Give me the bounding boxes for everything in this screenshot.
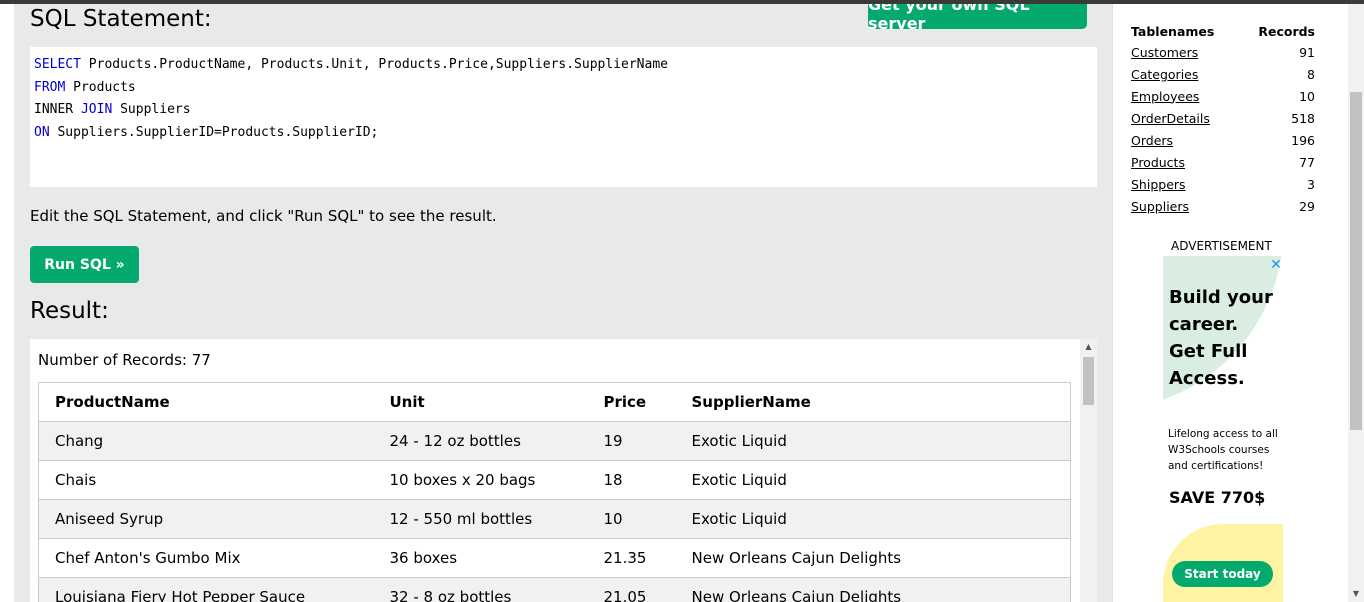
cell-price: 18 [587, 460, 676, 500]
cell-product-name: Chang [38, 421, 374, 461]
page-scroll-thumb[interactable] [1350, 92, 1362, 430]
table-header-row: ProductName Unit Price SupplierName [38, 382, 1071, 422]
cell-supplier-name: New Orleans Cajun Delights [675, 577, 1071, 602]
tablenames-header: Tablenames [1131, 23, 1215, 39]
cell-product-name: Chais [38, 460, 374, 500]
table-row: Aniseed Syrup 12 - 550 ml bottles 10 Exo… [38, 499, 1071, 539]
record-count: 8 [1307, 66, 1315, 82]
keyword-join: JOIN [80, 102, 113, 117]
sql-editor[interactable]: SELECT Products.ProductName, Products.Un… [30, 47, 1097, 187]
code-line-2: FROM Products [34, 78, 136, 98]
sql-statement-heading: SQL Statement: [30, 6, 212, 32]
cell-product-name: Chef Anton's Gumbo Mix [38, 538, 374, 578]
cell-supplier-name: Exotic Liquid [675, 460, 1071, 500]
keyword-select: SELECT [34, 57, 81, 72]
cell-supplier-name: Exotic Liquid [675, 499, 1071, 539]
cell-product-name: Louisiana Fiery Hot Pepper Sauce [38, 577, 374, 602]
table-link-row: Categories 8 [1131, 63, 1315, 85]
cell-price: 19 [587, 421, 676, 461]
column-header: ProductName [38, 382, 374, 422]
cell-unit: 12 - 550 ml bottles [373, 499, 588, 539]
record-count: 3 [1307, 176, 1315, 192]
table-link-row: Suppliers 29 [1131, 195, 1315, 217]
database-tables-list: Tablenames Records Customers 91 Categorie… [1131, 21, 1315, 217]
advertisement-label: ADVERTISEMENT [1171, 239, 1272, 253]
cell-unit: 36 boxes [373, 538, 588, 578]
code-text: Products [65, 80, 136, 95]
column-header: Unit [373, 382, 588, 422]
cell-supplier-name: New Orleans Cajun Delights [675, 538, 1071, 578]
cell-unit: 32 - 8 oz bottles [373, 577, 588, 602]
table-link-shippers[interactable]: Shippers [1131, 177, 1186, 192]
table-link-customers[interactable]: Customers [1131, 45, 1198, 60]
start-today-button[interactable]: Start today [1172, 561, 1273, 587]
left-gutter [0, 4, 14, 602]
table-link-categories[interactable]: Categories [1131, 67, 1198, 82]
page-scrollbar[interactable]: ▼ [1348, 4, 1364, 602]
ad-save-text: SAVE 770$ [1169, 488, 1266, 507]
result-scroll-thumb[interactable] [1083, 357, 1094, 405]
cell-price: 21.05 [587, 577, 676, 602]
table-row: Chef Anton's Gumbo Mix 36 boxes 21.35 Ne… [38, 538, 1071, 578]
advertisement-banner[interactable]: ✕ Build your career. Get Full Access. Li… [1163, 256, 1283, 602]
ad-subtext: Lifelong access to all W3Schools courses… [1168, 428, 1278, 472]
cell-supplier-name: Exotic Liquid [675, 421, 1071, 461]
keyword-from: FROM [34, 80, 66, 95]
run-sql-button[interactable]: Run SQL » [30, 246, 139, 283]
scroll-down-arrow-icon[interactable]: ▼ [1348, 588, 1364, 600]
code-line-4: ON Suppliers.SupplierID=Products.Supplie… [34, 123, 378, 143]
table-link-row: Orders 196 [1131, 129, 1315, 151]
result-table: ProductName Unit Price SupplierName Chan… [38, 382, 1071, 602]
record-count: 29 [1299, 198, 1315, 214]
keyword-on: ON [34, 125, 50, 140]
record-count: 518 [1291, 110, 1315, 126]
table-link-suppliers[interactable]: Suppliers [1131, 199, 1189, 214]
result-panel: Number of Records: 77 ProductName Unit P… [30, 339, 1097, 602]
record-count: 196 [1291, 132, 1315, 148]
table-link-row: OrderDetails 518 [1131, 107, 1315, 129]
code-line-1: SELECT Products.ProductName, Products.Un… [34, 55, 668, 75]
table-row: Chais 10 boxes x 20 bags 18 Exotic Liqui… [38, 460, 1071, 500]
edit-hint: Edit the SQL Statement, and click "Run S… [30, 207, 497, 225]
table-link-row: Products 77 [1131, 151, 1315, 173]
code-text: Products.ProductName, Products.Unit, Pro… [80, 57, 668, 72]
table-row: Louisiana Fiery Hot Pepper Sauce 32 - 8 … [38, 577, 1071, 602]
records-header: Records [1258, 23, 1315, 39]
result-scrollbar[interactable]: ▲ [1080, 339, 1097, 602]
table-link-row: Customers 91 [1131, 41, 1315, 63]
table-row: Chang 24 - 12 oz bottles 19 Exotic Liqui… [38, 421, 1071, 461]
code-text: INNER [34, 102, 81, 117]
table-link-orders[interactable]: Orders [1131, 133, 1173, 148]
table-link-row: Shippers 3 [1131, 173, 1315, 195]
scroll-up-arrow-icon[interactable]: ▲ [1080, 341, 1097, 353]
get-own-sql-server-button[interactable]: Get your own SQL server [868, 4, 1087, 33]
ad-headline: Build your career. Get Full Access. [1169, 287, 1273, 389]
cell-product-name: Aniseed Syrup [38, 499, 374, 539]
table-link-employees[interactable]: Employees [1131, 89, 1199, 104]
number-of-records: Number of Records: 77 [38, 351, 211, 369]
record-count: 91 [1299, 44, 1315, 60]
cell-price: 21.35 [587, 538, 676, 578]
cell-unit: 24 - 12 oz bottles [373, 421, 588, 461]
table-link-row: Employees 10 [1131, 85, 1315, 107]
cell-price: 10 [587, 499, 676, 539]
code-text: Suppliers [112, 102, 191, 117]
sidebar: Tablenames Records Customers 91 Categorie… [1112, 4, 1349, 602]
code-line-3: INNER JOIN Suppliers [34, 100, 191, 120]
table-link-orderdetails[interactable]: OrderDetails [1131, 111, 1210, 126]
cell-unit: 10 boxes x 20 bags [373, 460, 588, 500]
column-header: SupplierName [675, 382, 1071, 422]
record-count: 10 [1299, 88, 1315, 104]
column-header: Price [587, 382, 676, 422]
code-text: Suppliers.SupplierID=Products.SupplierID… [49, 125, 379, 140]
result-heading: Result: [30, 298, 109, 324]
record-count: 77 [1299, 154, 1315, 170]
main-panel: SQL Statement: Get your own SQL server S… [14, 4, 1112, 602]
table-link-products[interactable]: Products [1131, 155, 1185, 170]
tables-header-row: Tablenames Records [1131, 21, 1315, 41]
close-icon[interactable]: ✕ [1269, 258, 1283, 272]
